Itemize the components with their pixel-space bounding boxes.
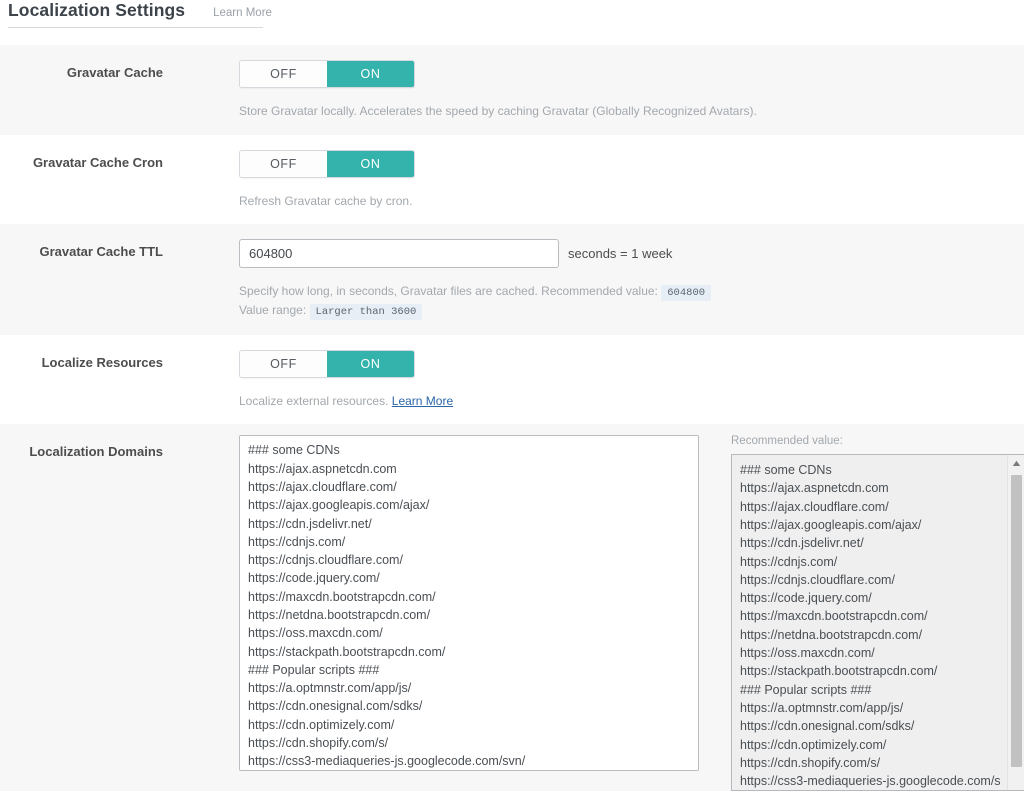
setting-row-localization-domains: Localization Domains ### some CDNs https… bbox=[0, 424, 1024, 792]
recommended-value-label: Recommended value: bbox=[731, 435, 843, 448]
toggle-gravatar-cache-off[interactable]: OFF bbox=[240, 61, 327, 87]
field-localize-resources: OFF ON Localize external resources. Lear… bbox=[163, 335, 1024, 425]
page-title: Localization Settings bbox=[8, 0, 186, 20]
setting-row-gravatar-cache: Gravatar Cache OFF ON Store Gravatar loc… bbox=[0, 45, 1024, 135]
label-gravatar-cache: Gravatar Cache bbox=[66, 65, 163, 80]
desc-localize-resources: Localize external resources. Learn More bbox=[239, 392, 1024, 411]
value-range-text: Value range: bbox=[239, 303, 307, 318]
field-localization-domains: ### some CDNs https://ajax.aspnetcdn.com… bbox=[163, 424, 1024, 792]
gravatar-cache-ttl-input[interactable] bbox=[239, 239, 559, 269]
value-range-badge: Larger than 3600 bbox=[309, 304, 423, 321]
toggle-gravatar-cache-cron-on[interactable]: ON bbox=[327, 150, 414, 177]
recommended-value-content: ### some CDNs https://ajax.aspnetcdn.com… bbox=[740, 463, 1001, 789]
label-localization-domains: Localization Domains bbox=[29, 444, 163, 460]
gravatar-cache-ttl-suffix: seconds = 1 week bbox=[568, 246, 673, 262]
toggle-gravatar-cache-cron[interactable]: OFF ON bbox=[239, 149, 415, 178]
desc-gravatar-cache-ttl: Specify how long, in seconds, Gravatar f… bbox=[239, 282, 1024, 321]
toggle-localize-resources-on[interactable]: ON bbox=[327, 350, 414, 377]
toggle-localize-resources[interactable]: OFF ON bbox=[239, 349, 415, 378]
recommended-value-box: ### some CDNs https://ajax.aspnetcdn.com… bbox=[731, 454, 1024, 792]
input-line-gravatar-cache-ttl: seconds = 1 week bbox=[239, 239, 1024, 269]
field-gravatar-cache-ttl: seconds = 1 week Specify how long, in se… bbox=[163, 224, 1024, 335]
setting-row-localize-resources: Localize Resources OFF ON Localize exter… bbox=[0, 334, 1024, 425]
desc-localize-resources-text: Localize external resources. bbox=[239, 393, 389, 408]
recommended-value-scrollbar[interactable] bbox=[1007, 455, 1024, 791]
desc-gravatar-cache-cron: Refresh Gravatar cache by cron. bbox=[239, 193, 413, 208]
setting-row-gravatar-cache-cron: Gravatar Cache Cron OFF ON Refresh Grava… bbox=[0, 134, 1024, 225]
localization-domains-editor-pane: ### some CDNs https://ajax.aspnetcdn.com… bbox=[239, 435, 699, 776]
localize-resources-learn-more-link[interactable]: Learn More bbox=[392, 394, 453, 408]
desc-gravatar-cache: Store Gravatar locally. Accelerates the … bbox=[239, 104, 757, 118]
header-learn-more-link[interactable]: Learn More bbox=[213, 7, 272, 19]
localization-domains-textarea[interactable]: ### some CDNs https://ajax.aspnetcdn.com… bbox=[239, 435, 699, 772]
scroll-up-arrow-icon[interactable] bbox=[1008, 455, 1024, 473]
label-gravatar-cache-ttl: Gravatar Cache TTL bbox=[39, 244, 163, 260]
recommended-value-badge: 604800 bbox=[661, 285, 712, 302]
toggle-gravatar-cache-cron-off[interactable]: OFF bbox=[240, 150, 327, 177]
header-inner: Localization Settings Learn More bbox=[8, 0, 272, 28]
settings-table: Gravatar Cache OFF ON Store Gravatar loc… bbox=[0, 45, 1024, 792]
scrollbar-thumb[interactable] bbox=[1011, 475, 1022, 768]
label-localize-resources: Localize Resources bbox=[41, 354, 163, 370]
toggle-gravatar-cache-on[interactable]: ON bbox=[327, 61, 414, 87]
localization-domains-recommended-pane: Recommended value: ### some CDNs https:/… bbox=[731, 435, 1024, 792]
toggle-localize-resources-off[interactable]: OFF bbox=[240, 350, 327, 377]
label-gravatar-cache-cron: Gravatar Cache Cron bbox=[32, 154, 163, 170]
field-gravatar-cache-cron: OFF ON Refresh Gravatar cache by cron. bbox=[163, 135, 1024, 225]
desc-gravatar-cache-ttl-text: Specify how long, in seconds, Gravatar f… bbox=[239, 284, 658, 299]
setting-row-gravatar-cache-ttl: Gravatar Cache TTL seconds = 1 week Spec… bbox=[0, 224, 1024, 335]
page-header: Localization Settings Learn More bbox=[0, 0, 1024, 45]
field-gravatar-cache: OFF ON Store Gravatar locally. Accelerat… bbox=[163, 45, 1024, 135]
toggle-gravatar-cache[interactable]: OFF ON bbox=[239, 60, 415, 88]
